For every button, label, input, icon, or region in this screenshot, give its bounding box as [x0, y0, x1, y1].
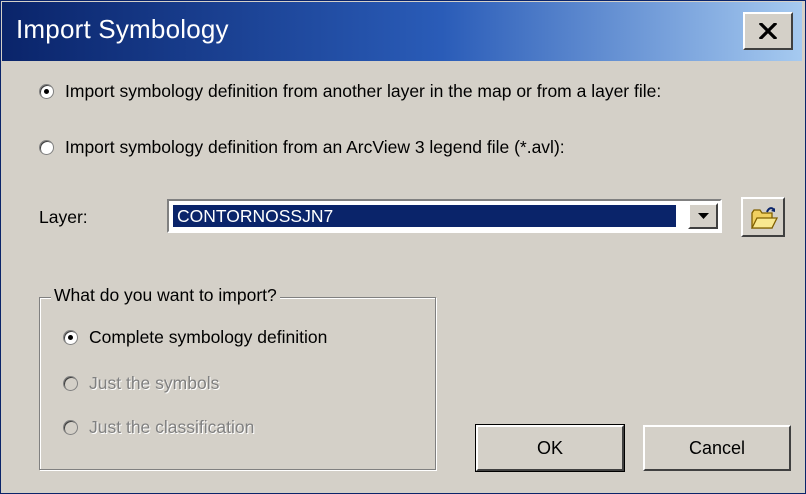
radio-import-from-avl[interactable]: Import symbology definition from an ArcV…	[39, 137, 565, 158]
radio-complete-definition[interactable]: Complete symbology definition	[63, 327, 327, 348]
radio-button[interactable]	[63, 376, 78, 391]
radio-button[interactable]	[39, 140, 54, 155]
radio-button[interactable]	[39, 84, 54, 99]
import-symbology-dialog: Import Symbology Import symbology defini…	[0, 0, 806, 494]
cancel-button[interactable]: Cancel	[643, 425, 791, 471]
group-legend: What do you want to import?	[51, 285, 280, 306]
open-folder-icon	[750, 207, 778, 229]
window-title: Import Symbology	[16, 14, 229, 44]
radio-label: Just the classification	[89, 417, 255, 437]
radio-import-from-layer[interactable]: Import symbology definition from another…	[39, 81, 661, 102]
close-icon	[759, 23, 777, 39]
radio-label: Import symbology definition from another…	[65, 81, 662, 101]
close-button[interactable]	[743, 12, 793, 50]
layer-label: Layer:	[39, 207, 88, 227]
ok-button[interactable]: OK	[475, 424, 625, 472]
chevron-down-icon	[698, 213, 709, 219]
layer-selected-value: CONTORNOSSJN7	[173, 205, 676, 227]
browse-button[interactable]	[741, 197, 785, 237]
layer-dropdown[interactable]: CONTORNOSSJN7	[167, 199, 722, 233]
radio-just-symbols[interactable]: Just the symbols	[63, 373, 219, 394]
radio-label: Just the symbols	[89, 373, 220, 393]
radio-label: Complete symbology definition	[89, 327, 328, 347]
radio-button[interactable]	[63, 330, 78, 345]
radio-label: Import symbology definition from an ArcV…	[65, 137, 565, 157]
title-bar[interactable]: Import Symbology	[2, 2, 802, 61]
radio-just-classification[interactable]: Just the classification	[63, 417, 254, 438]
radio-button[interactable]	[63, 420, 78, 435]
dropdown-button[interactable]	[688, 203, 718, 229]
